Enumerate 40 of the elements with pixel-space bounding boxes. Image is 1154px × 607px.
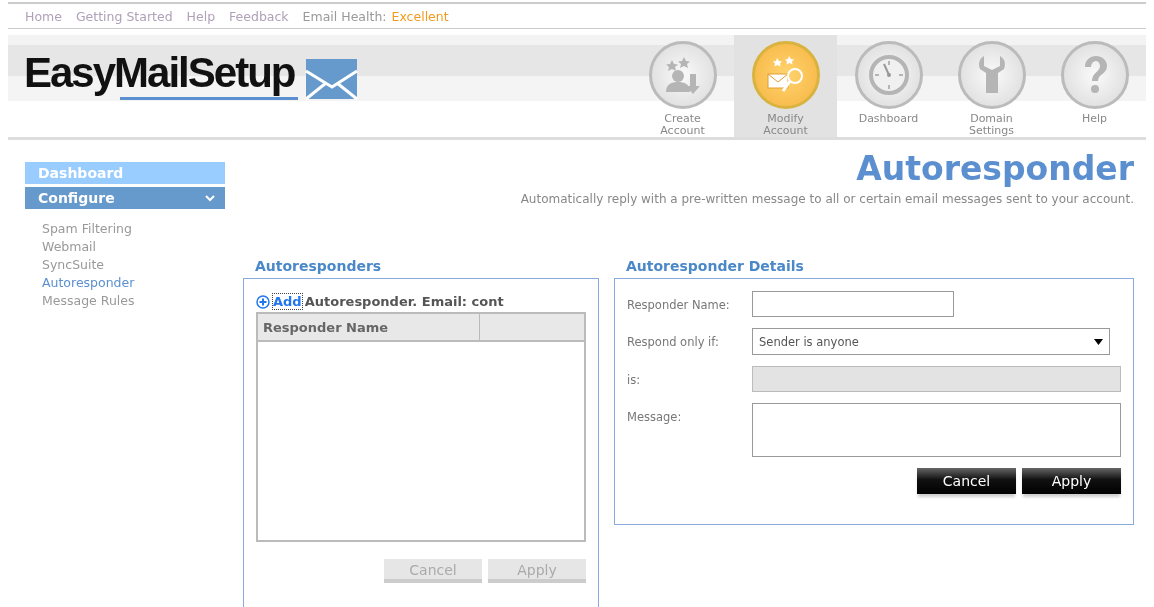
envelope-icon: [304, 57, 360, 101]
field-label: Respond only if:: [627, 334, 720, 349]
logo-text: EasyMailSetup: [24, 49, 295, 97]
column-header: Responder Name: [258, 314, 480, 340]
sidebar-item[interactable]: SyncSuite: [25, 256, 225, 274]
sidebar-item[interactable]: Webmail: [25, 238, 225, 256]
caret-icon: [1094, 338, 1103, 345]
nav-link[interactable]: Home: [25, 8, 62, 24]
field-label: Responder Name:: [627, 297, 731, 312]
nav-link[interactable]: Getting Started: [75, 8, 173, 24]
page-title: Autoresponder: [855, 149, 1134, 188]
sidebar-item[interactable]: Spam Filtering: [25, 220, 225, 238]
message-field[interactable]: [752, 403, 1121, 457]
field-label: Message:: [627, 409, 683, 424]
health-value: Excellent: [391, 8, 449, 24]
nav-tile[interactable]: Dashboard: [837, 35, 940, 137]
nav-link[interactable]: Feedback: [229, 8, 289, 24]
section-label: Configure: [38, 190, 115, 206]
sidebar-dashboard[interactable]: Dashboard: [25, 162, 225, 184]
chevron-icon: [205, 194, 215, 202]
nav-tile[interactable]: Domain Settings: [940, 35, 1043, 137]
sidebar-item[interactable]: Message Rules: [25, 292, 225, 310]
condition-select[interactable]: Sender is anyone: [752, 328, 1110, 355]
field-label: is:: [627, 372, 642, 387]
nav-tile[interactable]: Create Account: [631, 35, 734, 137]
add-link[interactable]: Add: [273, 294, 302, 309]
apply-button[interactable]: Apply: [1022, 468, 1121, 494]
cancel-button[interactable]: Cancel: [917, 468, 1016, 494]
plus-circle-icon[interactable]: [256, 294, 270, 309]
nav-tile[interactable]: Help: [1043, 35, 1146, 137]
sidebar-item[interactable]: Autoresponder: [25, 274, 225, 292]
page-subtitle: Automatically reply with a pre-written message to all or certain email messages sent to your account.: [519, 192, 1134, 206]
nav-tile[interactable]: Modify Account: [734, 35, 837, 137]
panel-title: Autoresponders: [255, 258, 383, 274]
sidebar-section[interactable]: Configure: [25, 187, 225, 209]
nav-link[interactable]: Help: [186, 8, 216, 24]
add-text: Autoresponder. Email: cont: [304, 294, 504, 309]
health-label: Email Health:: [302, 8, 387, 24]
panel-title: Autoresponder Details: [626, 258, 805, 274]
text-field[interactable]: [752, 291, 954, 317]
